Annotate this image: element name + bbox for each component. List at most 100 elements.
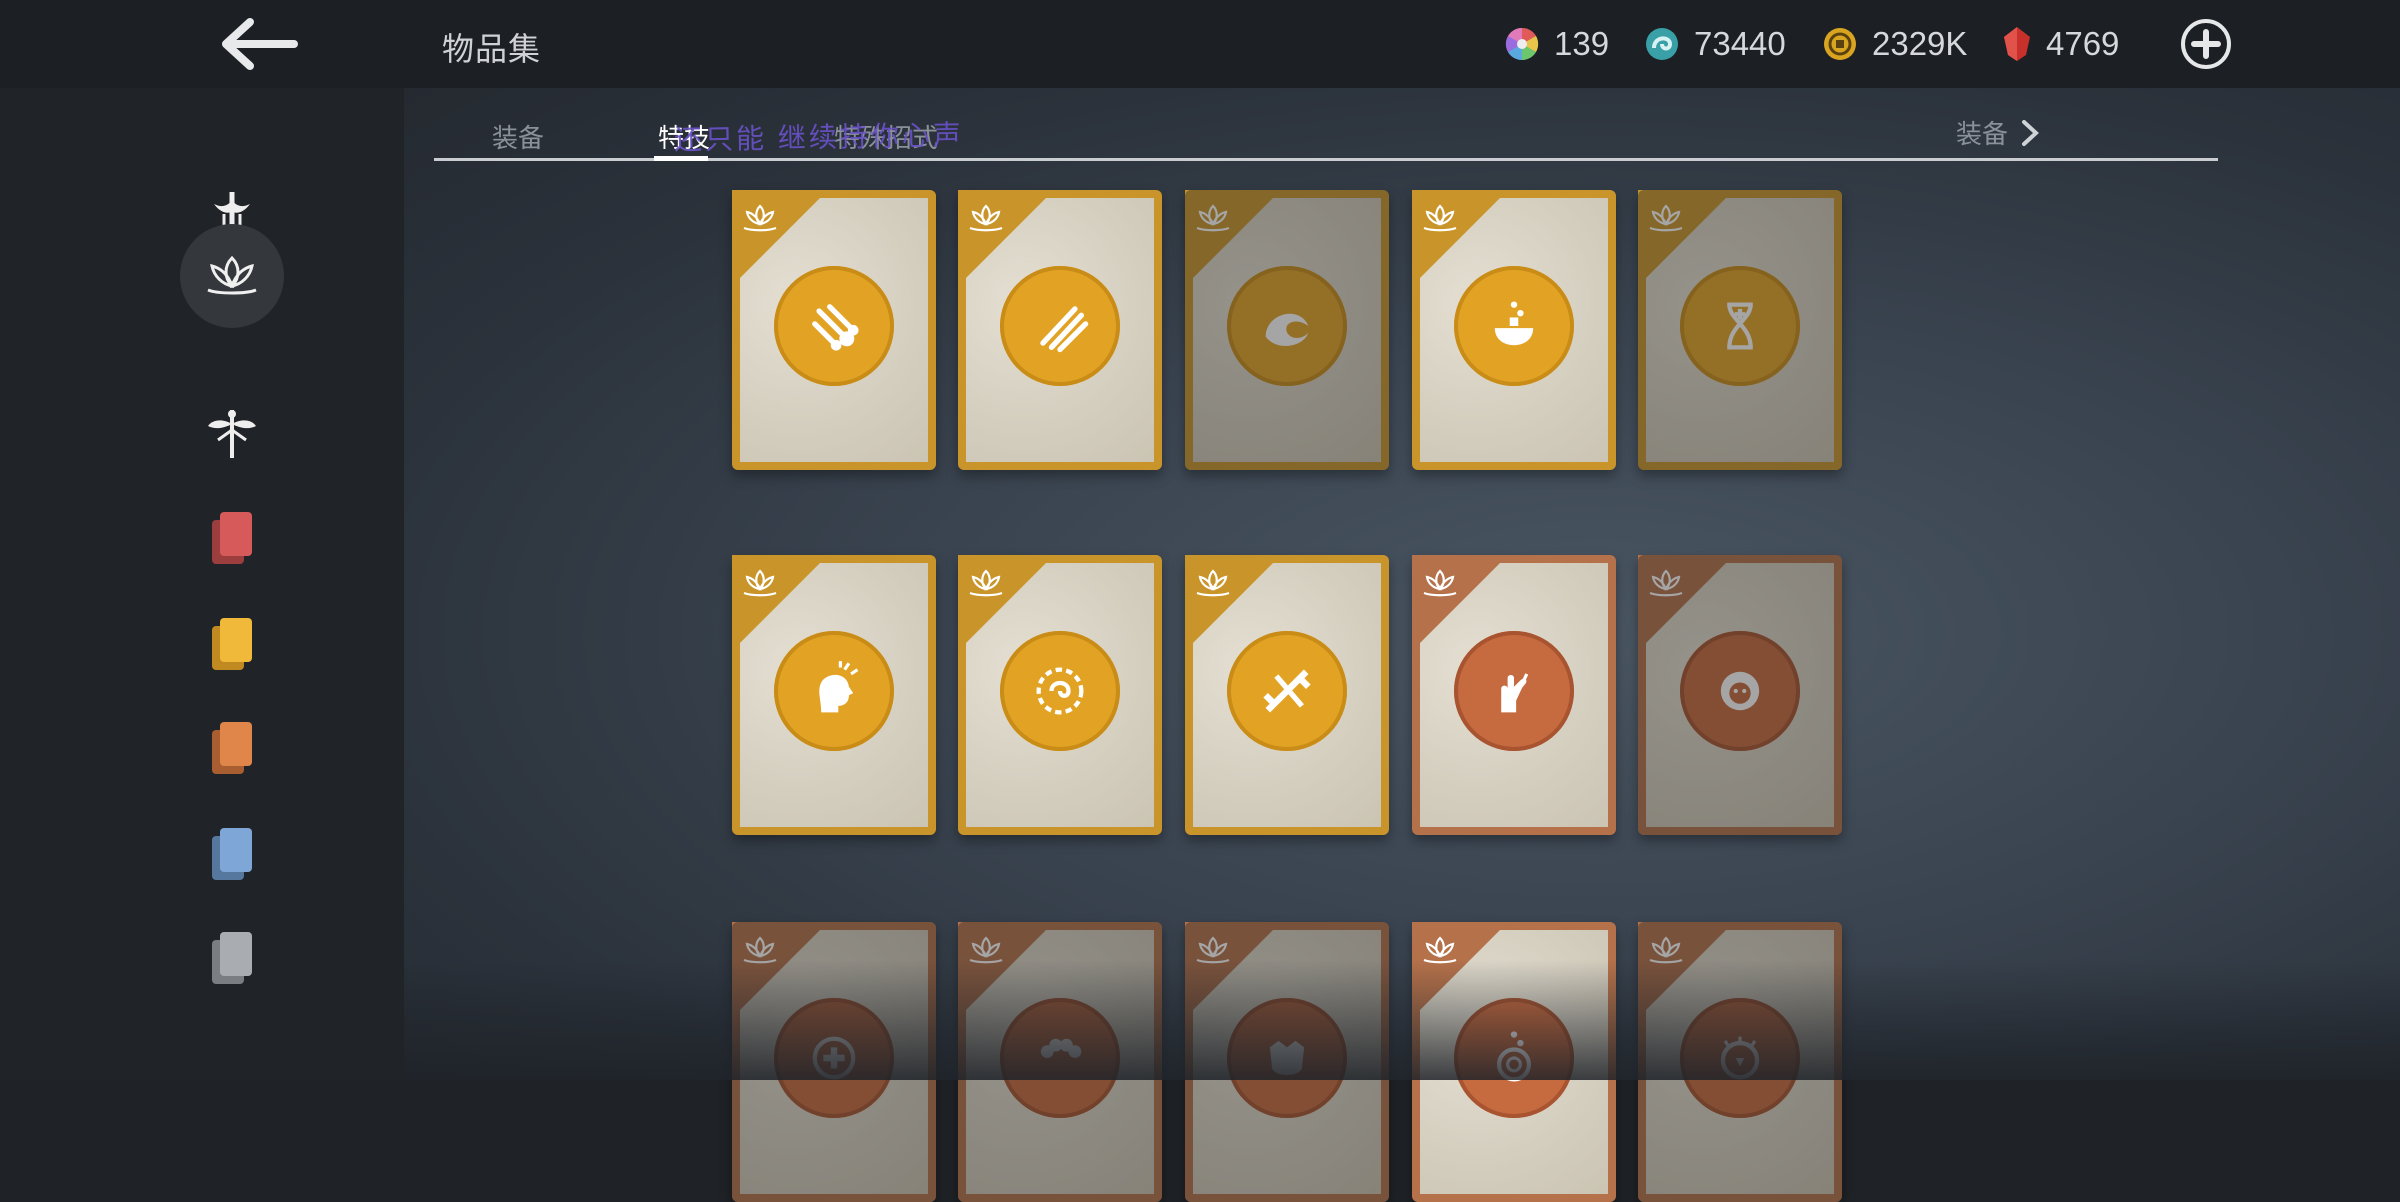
potion-bowl-icon: [1494, 301, 1534, 346]
gray-cards-icon: [212, 932, 252, 984]
skill-card[interactable]: [1412, 555, 1616, 835]
skill-card[interactable]: [1638, 922, 1842, 1202]
orange-cards-icon: [212, 722, 252, 774]
skill-card[interactable]: [1185, 555, 1389, 835]
card-lotus-icon: [1196, 936, 1230, 964]
back-button[interactable]: [222, 18, 298, 70]
card-lotus-icon: [969, 569, 1003, 597]
sidebar-item-yellow-cards[interactable]: [180, 592, 284, 696]
card-medal: [1227, 266, 1347, 386]
crossed-blades-icon: [1263, 669, 1311, 713]
currency-swirl: 73440: [1644, 22, 1786, 66]
card-medal: [1000, 631, 1120, 751]
skill-card[interactable]: [732, 190, 936, 470]
skill-card[interactable]: [1412, 922, 1616, 1202]
tab-equipment[interactable]: 装备: [492, 118, 544, 155]
heal-plus-icon: [812, 1036, 856, 1080]
card-medal: [1454, 998, 1574, 1118]
swirl-orb-icon: [1646, 28, 1678, 60]
skill-card[interactable]: [958, 922, 1162, 1202]
skill-card[interactable]: [1638, 190, 1842, 470]
card-corner: [958, 922, 1054, 1018]
card-lotus-icon: [1649, 569, 1683, 597]
lion-head-icon: [1720, 671, 1760, 711]
card-face: [1193, 198, 1381, 462]
card-face: [966, 930, 1154, 1194]
rainbow-orb-icon: [1505, 27, 1539, 61]
card-face: [1646, 198, 1834, 462]
skill-card[interactable]: [1185, 190, 1389, 470]
card-lotus-icon: [969, 936, 1003, 964]
skill-card[interactable]: [1638, 555, 1842, 835]
currency-rainbow-value: 139: [1554, 25, 1610, 62]
red-cards-icon: [212, 512, 252, 564]
sidebar-item-skills[interactable]: [180, 224, 284, 328]
card-medal: [774, 631, 894, 751]
currency-rainbow: 139: [1504, 22, 1609, 66]
tab-active-indicator: [654, 156, 708, 161]
gold-coin-icon: [1824, 28, 1856, 60]
card-medal: [774, 998, 894, 1118]
sidebar-item-red-cards[interactable]: [180, 486, 284, 590]
red-gem-icon: [2004, 27, 2030, 61]
sidebar: [0, 88, 404, 1080]
card-medal: [1454, 631, 1574, 751]
skill-card[interactable]: [1185, 922, 1389, 1202]
card-lotus-icon: [1649, 204, 1683, 232]
overlay-subtitle: 还只能 继续持你心声: [673, 119, 965, 156]
card-face: [1646, 563, 1834, 827]
page-title: 物品集: [442, 31, 542, 67]
card-medal: [774, 266, 894, 386]
card-face: [1193, 930, 1381, 1194]
sidebar-item-gray-cards[interactable]: [180, 906, 284, 1010]
card-medal: [1680, 266, 1800, 386]
card-lotus-icon: [1423, 936, 1457, 964]
skill-card[interactable]: [1412, 190, 1616, 470]
chevron-right-icon: [2022, 119, 2039, 146]
currency-gold: 2329K: [1822, 22, 1967, 66]
card-face: [1646, 930, 1834, 1194]
worm-icon: [1040, 1038, 1082, 1058]
head-burst-icon: [819, 661, 859, 713]
tab-next-label: 装备: [1955, 119, 2008, 149]
card-lotus-icon: [1423, 569, 1457, 597]
plus-circle-icon: [2181, 19, 2231, 69]
sidebar-item-special[interactable]: [180, 382, 284, 486]
lotus-icon: [207, 255, 257, 295]
card-medal: [1454, 266, 1574, 386]
currency-swirl-value: 73440: [1694, 25, 1786, 62]
card-corner: [732, 922, 828, 1018]
card-corner: [1638, 922, 1734, 1018]
top-bar: 物品集 139 73440 2329K 4769: [0, 0, 2400, 88]
sidebar-item-orange-cards[interactable]: [180, 696, 284, 800]
skill-card[interactable]: [958, 555, 1162, 835]
card-medal: [1227, 631, 1347, 751]
skill-card[interactable]: [732, 555, 936, 835]
card-medal: [1680, 631, 1800, 751]
card-corner: [1638, 190, 1734, 286]
currency-gold-value: 2329K: [1872, 25, 1968, 62]
skill-card[interactable]: [958, 190, 1162, 470]
hand-sword-icon: [1501, 673, 1529, 713]
skill-card[interactable]: [732, 922, 936, 1202]
card-lotus-icon: [743, 936, 777, 964]
main-panel: 装备 特技 特殊招式 还只能 继续持你心声 装备: [404, 88, 2400, 1202]
meteor-icon: [812, 304, 859, 351]
yellow-cards-icon: [212, 618, 252, 670]
blue-cards-icon: [212, 828, 252, 880]
add-currency-button[interactable]: [2180, 18, 2232, 70]
sidebar-item-blue-cards[interactable]: [180, 802, 284, 906]
chain-vortex-icon: [1036, 667, 1084, 715]
card-medal: [1000, 266, 1120, 386]
card-lotus-icon: [969, 204, 1003, 232]
dragonfly-icon: [208, 410, 256, 458]
wave-icon: [1265, 313, 1309, 346]
back-arrow-icon: [222, 18, 298, 70]
card-lotus-icon: [1196, 204, 1230, 232]
card-lotus-icon: [743, 204, 777, 232]
card-corner: [1638, 555, 1734, 651]
tab-next-button[interactable]: 装备: [1956, 114, 2044, 151]
currency-gem: 4769: [2002, 22, 2119, 66]
card-medal: [1000, 998, 1120, 1118]
card-lotus-icon: [1423, 204, 1457, 232]
